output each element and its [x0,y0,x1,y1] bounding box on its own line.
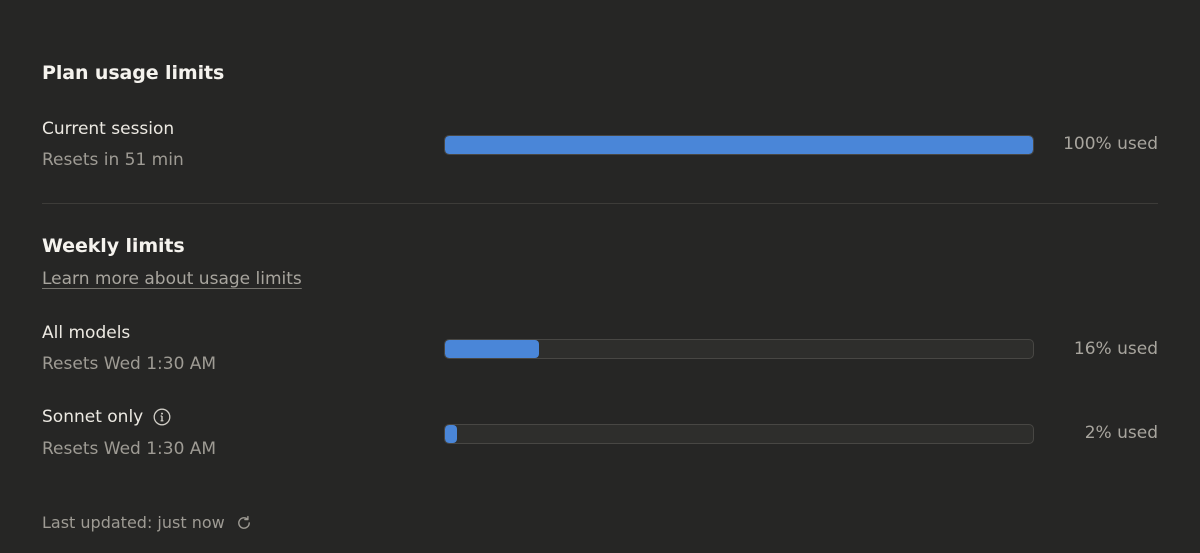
current-session-percent: 100% used [1063,134,1158,154]
all-models-progress-bar [444,339,1034,359]
all-models-label: All models [42,323,130,343]
sonnet-only-progress-bar [444,424,1034,444]
info-icon[interactable] [153,408,171,426]
plan-usage-title: Plan usage limits [42,62,225,84]
all-models-label-text: All models [42,323,131,343]
current-session-progress-fill [445,136,1033,154]
last-updated-text: Last updated: just now [42,513,225,532]
usage-panel: Plan usage limits Current session Resets… [42,0,1158,553]
sonnet-only-label: Sonnet only [42,407,171,427]
all-models-percent: 16% used [1073,339,1158,359]
refresh-icon[interactable] [235,514,253,532]
current-session-label: Current session [42,119,174,139]
current-session-label-text: Current session [42,119,175,139]
sonnet-only-progress-fill [445,425,457,443]
all-models-reset: Resets Wed 1:30 AM [42,354,217,374]
learn-more-link[interactable]: Learn more about usage limits [42,269,302,289]
sonnet-only-reset: Resets Wed 1:30 AM [42,439,217,459]
last-updated: Last updated: just now [42,513,253,532]
section-divider [42,203,1158,204]
current-session-reset: Resets in 51 min [42,150,184,170]
current-session-progress-bar [444,135,1034,155]
sonnet-only-label-text: Sonnet only [42,407,144,427]
weekly-limits-title: Weekly limits [42,235,185,257]
all-models-progress-fill [445,340,539,358]
sonnet-only-percent: 2% used [1084,423,1158,443]
